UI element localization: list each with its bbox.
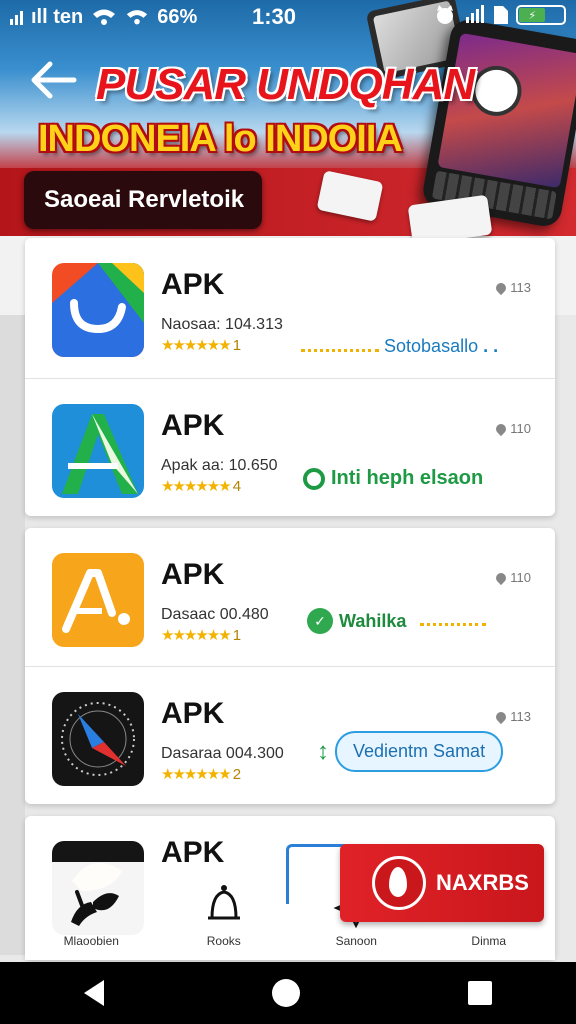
promo-frame <box>286 844 346 904</box>
promo-label: NAXRBS <box>436 870 529 895</box>
app-meta: Dasaraa 004.300 <box>161 745 284 762</box>
app-size: 113 <box>494 709 531 724</box>
app-icon-colorful <box>52 263 144 357</box>
flame-logo-icon <box>372 856 426 910</box>
system-home-icon[interactable] <box>272 979 300 1007</box>
status-bar: ıll ten 66% 1:30 ⚡ <box>0 0 576 34</box>
wifi-icon <box>93 9 116 25</box>
app-meta: Dasaac 00.480 <box>161 606 269 623</box>
app-size: 110 <box>494 570 531 585</box>
install-ring-icon <box>303 467 325 490</box>
leaf-icon: ✓ <box>307 608 333 634</box>
app-action-button[interactable]: ↕ Vedientm Samat <box>317 731 504 772</box>
app-size: 113 <box>494 280 531 295</box>
location-pin-icon <box>494 421 509 436</box>
app-name: APK <box>161 268 225 301</box>
signal-icon <box>10 9 23 25</box>
rating-stars: ★★★★★★ 1 <box>161 337 242 354</box>
wifi-icon <box>127 10 148 25</box>
cat-icon <box>437 5 453 24</box>
clock: 1:30 <box>252 4 297 29</box>
list-item[interactable]: APK Apak aa: 10.650 ★★★★★★ 4 110 Inti hep… <box>25 378 555 516</box>
list-item[interactable]: APK Dasaraa 004.300 ★★★★★★ 2 113 ↕ Vedient… <box>25 666 555 804</box>
battery-icon: ⚡ <box>516 5 566 25</box>
install-button[interactable]: Inti heph elsaon <box>303 467 483 490</box>
carrier-label: ıll ten <box>31 5 84 28</box>
app-action-link[interactable]: Sotobasallo . . <box>301 336 498 357</box>
app-list-card: APK Dasaac 00.480 ★★★★★★ 1 110 ✓ Wahilka A… <box>25 528 555 804</box>
sim-icon <box>494 6 508 24</box>
system-back-icon[interactable] <box>84 980 104 1006</box>
background-edge <box>0 315 25 955</box>
nav-item-home[interactable]: Mlaoobien <box>25 862 158 960</box>
app-meta: Naosaa: 104.313 <box>161 316 283 333</box>
location-pin-icon <box>494 709 509 724</box>
app-meta: Apak aa: 10.650 <box>161 457 278 474</box>
rating-stars: ★★★★★★ 2 <box>161 766 242 783</box>
page-title: PUSAR UNDQHAN <box>96 60 475 109</box>
app-icon-a-letter <box>52 404 144 498</box>
bell-icon <box>207 885 240 920</box>
app-name: APK <box>161 558 225 591</box>
app-name: APK <box>161 409 225 442</box>
battery-percent: 66% <box>157 5 198 28</box>
page-subtitle: INDONEIA lo INDOIIA <box>38 118 403 160</box>
category-pill[interactable]: Saoeai Rervletoik <box>24 171 262 229</box>
hand-leaf-icon <box>71 890 120 926</box>
nav-item-books[interactable]: Rooks <box>158 862 291 960</box>
rating-stars: ★★★★★★ 4 <box>161 478 242 495</box>
app-action-brand[interactable]: ✓ Wahilka <box>307 608 487 634</box>
app-name: APK <box>161 697 225 730</box>
app-icon-orange <box>52 553 144 647</box>
up-down-arrow-icon: ↕ <box>317 737 329 765</box>
list-item[interactable]: APK Naosaa: 104.313 ★★★★★★ 1 113 Sotobasa… <box>25 238 555 376</box>
promo-banner[interactable]: NAXRBS <box>340 844 544 922</box>
signal-icon <box>466 5 484 23</box>
location-pin-icon <box>494 280 509 295</box>
system-recents-icon[interactable] <box>468 981 492 1005</box>
system-navigation-bar <box>0 962 576 1024</box>
list-item[interactable]: APK Dasaac 00.480 ★★★★★★ 1 110 ✓ Wahilka <box>25 528 555 666</box>
rating-stars: ★★★★★★ 1 <box>161 627 242 644</box>
location-pin-icon <box>494 570 509 585</box>
app-list-card: APK Naosaa: 104.313 ★★★★★★ 1 113 Sotobasa… <box>25 238 555 516</box>
app-icon-compass <box>52 692 144 786</box>
back-arrow-icon[interactable] <box>28 58 80 102</box>
app-size: 110 <box>494 421 531 436</box>
